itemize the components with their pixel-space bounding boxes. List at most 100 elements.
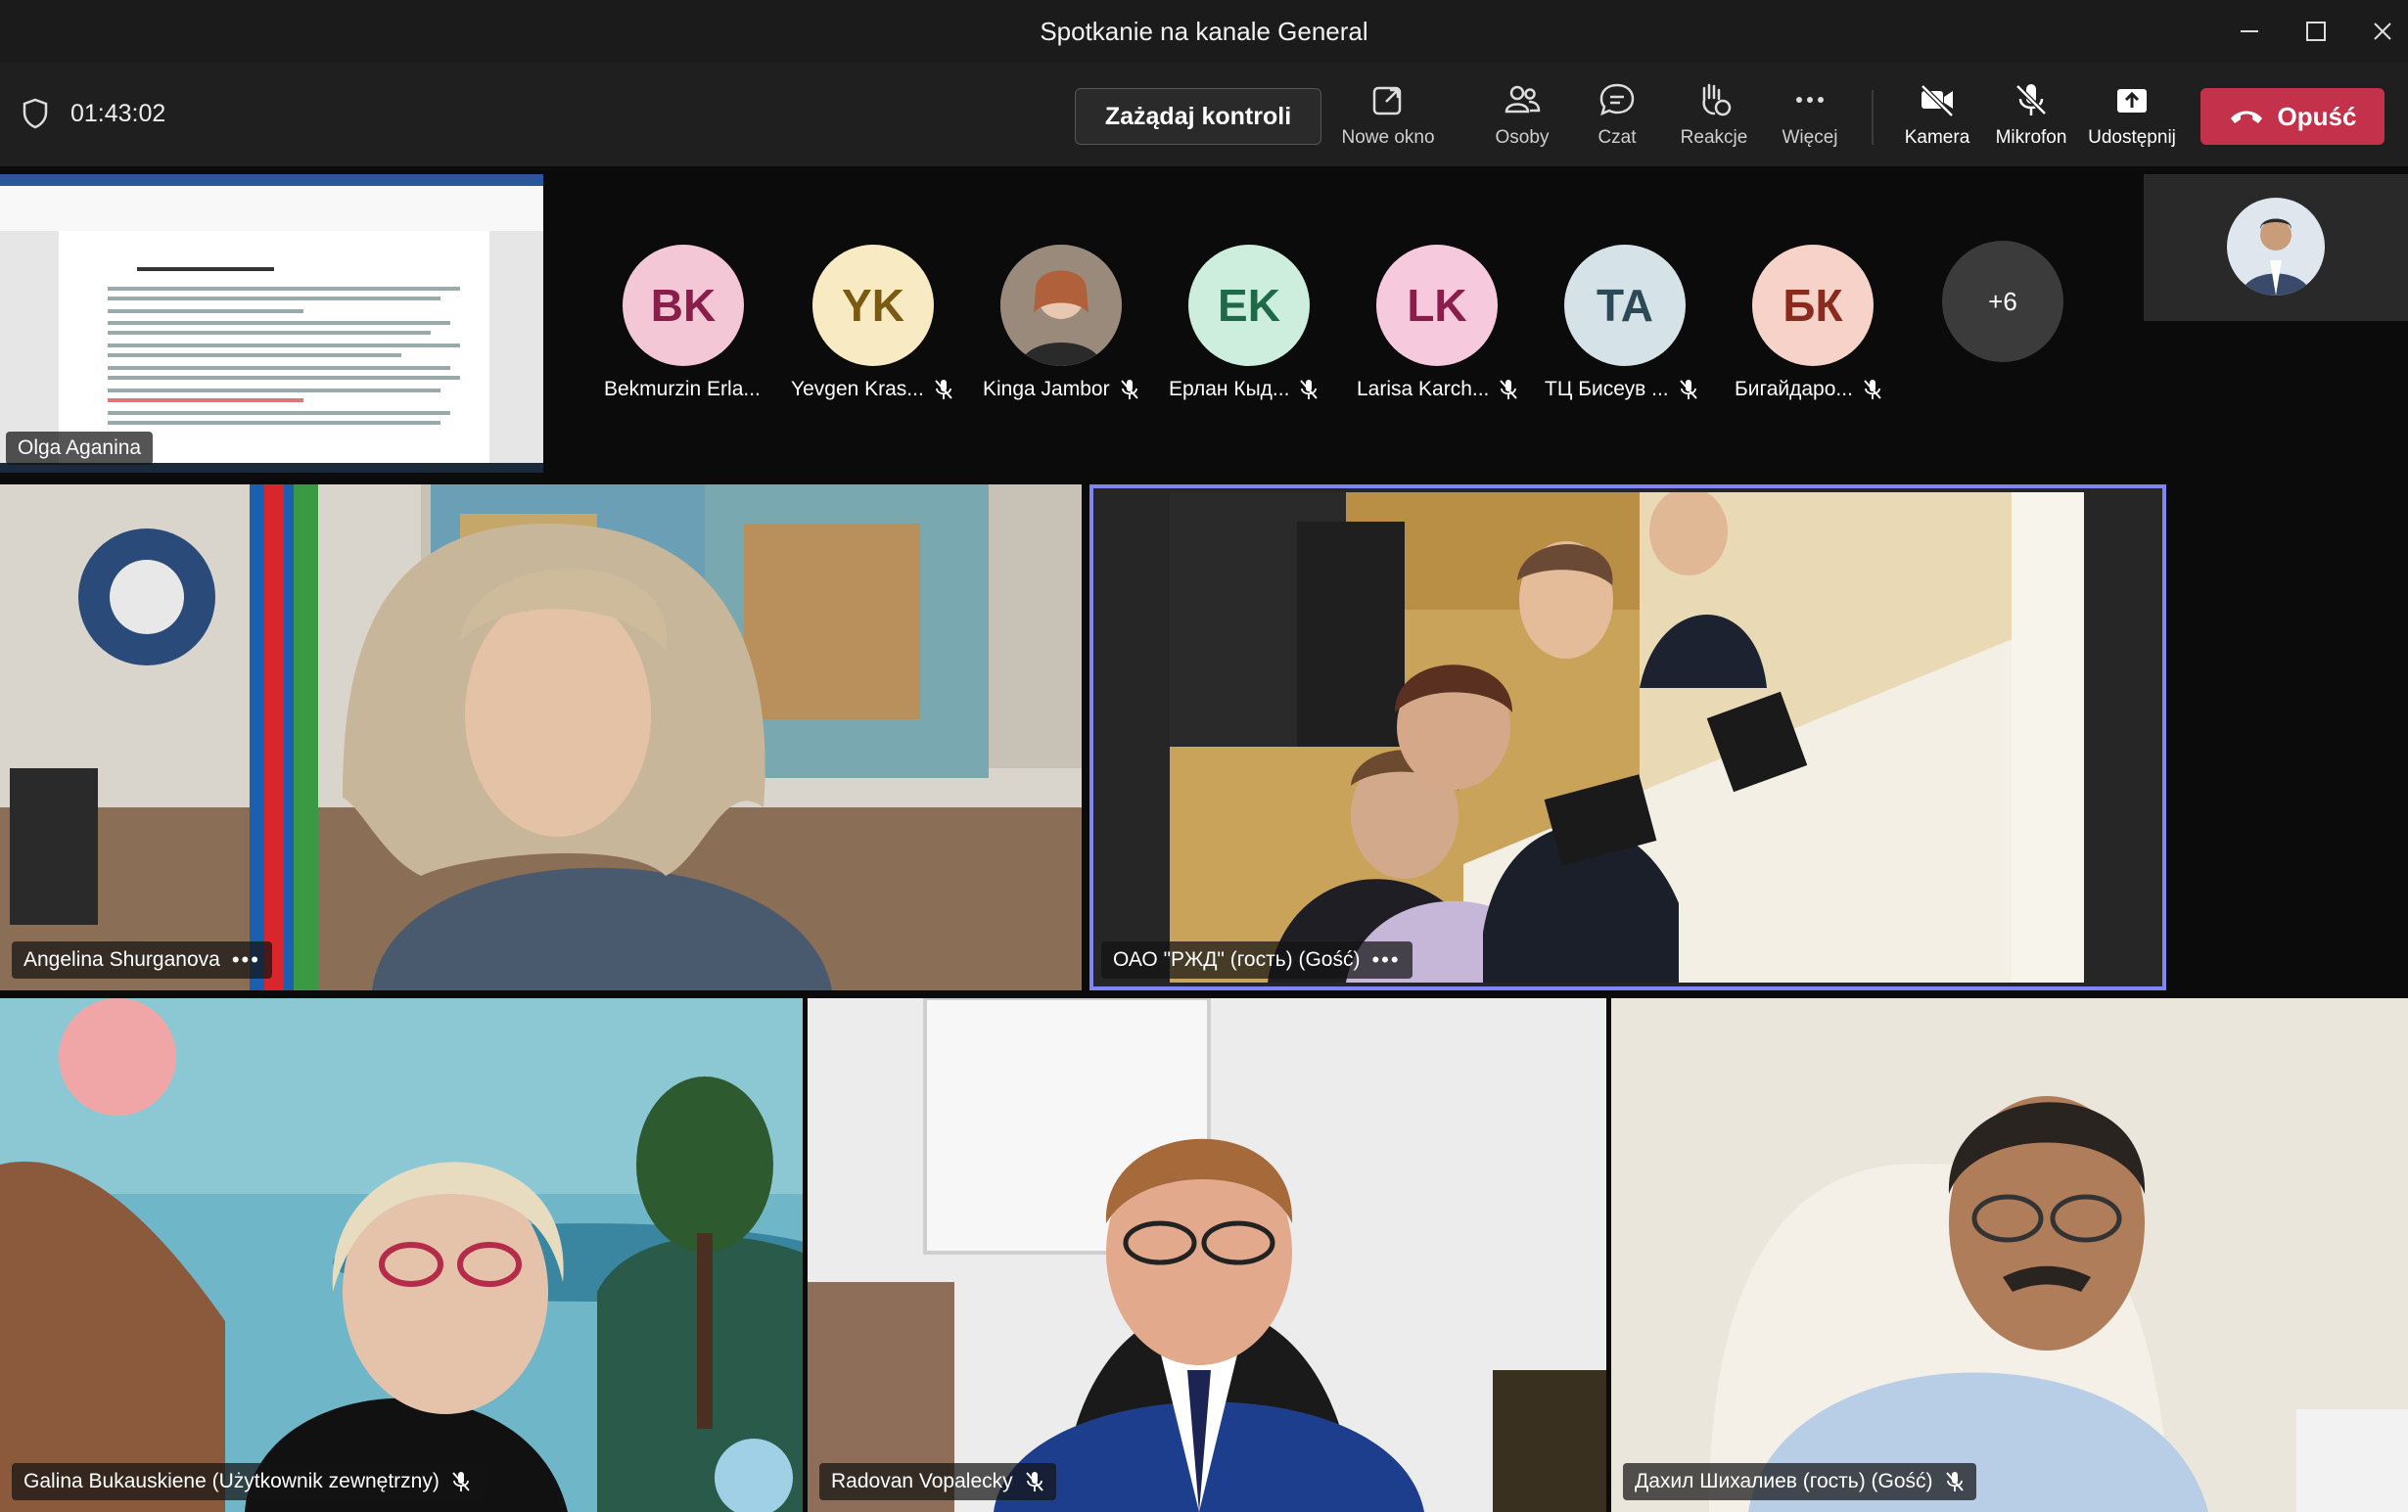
presenter-name-badge: Olga Aganina [6,432,154,465]
profile-photo-icon [1000,245,1122,366]
mic-off-icon [2015,84,2047,115]
attendee-name-lk: Larisa Karch... [1357,378,1518,401]
muted-mic-icon [1300,380,1319,399]
participant-name: Angelina Shurganova [23,948,220,971]
avatar-initials: LK [1407,280,1467,331]
attendee-avatar-ta[interactable]: TA [1564,245,1686,366]
participant-name: Дахил Шихалиев (гость) (Gość) [1635,1470,1933,1492]
window-title: Spotkanie na kanale General [1040,16,1368,46]
new-window-label: Nowe okno [1341,127,1435,148]
video-feed-fantasy-background-icon [0,998,803,1512]
more-attendees-count: +6 [1988,286,2017,316]
leave-button[interactable]: Opuść [2200,88,2385,145]
title-bar: Spotkanie na kanale General [0,0,2408,63]
camera-button[interactable]: Kamera [1893,80,1981,159]
avatar-initials: БК [1783,280,1843,331]
attendee-avatar-bk2[interactable]: БК [1752,245,1874,366]
participant-name-badge: Radovan Vopalecky [819,1463,1056,1500]
attendee-avatar-yk[interactable]: YK [812,245,934,366]
muted-mic-icon [935,380,952,399]
more-attendees-button[interactable]: +6 [1942,241,2063,362]
share-icon [2117,89,2147,113]
video-tile-angelina[interactable]: Angelina Shurganova ••• [0,484,1082,990]
leave-label: Opuść [2277,101,2357,131]
video-feed-office-icon [0,484,1082,990]
chat-label: Czat [1598,127,1637,148]
attendee-name-text: Larisa Karch... [1357,378,1490,400]
reactions-label: Reakcje [1680,127,1748,148]
people-button[interactable]: Osoby [1478,80,1566,159]
attendee-name-bk2: Бигайдаро... [1735,378,1882,401]
muted-mic-icon [1120,380,1138,399]
video-tile-rzd[interactable]: ОАО "РЖД" (гость) (Gość) ••• [1089,484,2166,990]
avatar-initials: YK [842,280,904,331]
video-feed-office-man-2-icon [1611,998,2408,1512]
attendee-avatar-bk[interactable]: BK [623,245,744,366]
popout-icon [1372,86,1402,115]
muted-mic-icon [452,1472,470,1491]
reactions-button[interactable]: Reakcje [1670,80,1758,159]
more-label: Więcej [1782,127,1838,148]
muted-mic-icon [1945,1472,1964,1491]
timer-text: 01:43:02 [70,99,166,127]
participant-name: ОАО "РЖД" (гость) (Gość) [1113,948,1361,971]
maximize-button[interactable] [2281,0,2351,63]
toolbar-divider [1872,90,1874,145]
attendee-name-kj: Kinga Jambor [983,378,1139,401]
microphone-button[interactable]: Mikrofon [1987,80,2075,159]
self-avatar-photo-icon [2227,198,2325,296]
share-label: Udostępnij [2088,127,2176,148]
more-button[interactable]: Więcej [1768,80,1852,159]
request-control-button[interactable]: Zażądaj kontroli [1075,88,1321,145]
chat-button[interactable]: Czat [1578,80,1656,159]
shared-document-preview [0,174,543,473]
minimize-icon [2241,30,2258,32]
hang-up-icon [2230,111,2262,123]
attendee-name-ek: Ерлан Кыд... [1169,378,1319,401]
participant-name-badge: Galina Bukauskiene (Użytkownik zewnętrzn… [12,1463,483,1500]
avatar-initials: BK [650,280,717,331]
avatar-initials: TA [1597,280,1653,331]
participant-name-badge: Angelina Shurganova ••• [12,941,272,979]
meeting-toolbar: 01:43:02 Zażądaj kontroli Nowe okno Osob… [0,63,2408,166]
maximize-icon [2306,22,2326,41]
video-tile-galina[interactable]: Galina Bukauskiene (Użytkownik zewnętrzn… [0,998,803,1512]
close-button[interactable] [2347,0,2408,63]
attendee-name-text: Bekmurzin Erla... [604,378,761,400]
video-tile-dakhil[interactable]: Дахил Шихалиев (гость) (Gość) [1611,998,2408,1512]
attendee-name-text: Kinga Jambor [983,378,1110,400]
muted-mic-icon [1679,380,1697,399]
chat-icon [1599,83,1635,116]
participant-name: Galina Bukauskiene (Użytkownik zewnętrzn… [23,1470,440,1492]
participant-options-button[interactable]: ••• [232,947,260,973]
muted-mic-icon [1025,1472,1043,1491]
attendee-name-bk: Bekmurzin Erla... [604,378,761,401]
self-view-tile[interactable] [2144,174,2408,321]
camera-off-icon [1921,84,1954,117]
video-feed-conference-room-icon [1170,492,2084,983]
attendee-name-text: ТЦ Бисеув ... [1545,378,1669,400]
video-tile-radovan[interactable]: Radovan Vopalecky [808,998,1606,1512]
attendee-name-yk: Yevgen Kras... [791,378,953,401]
close-icon [2374,23,2391,40]
attendee-avatar-lk[interactable]: LK [1376,245,1498,366]
minimize-button[interactable] [2214,0,2285,63]
attendee-name-text: Yevgen Kras... [791,378,924,400]
muted-mic-icon [1864,380,1881,399]
attendee-avatar-ek[interactable]: EK [1188,245,1310,366]
attendee-avatar-photo[interactable] [1000,245,1122,366]
avatar-initials: EK [1218,280,1280,331]
new-window-button[interactable]: Nowe okno [1339,80,1437,159]
people-label: Osoby [1495,127,1550,148]
participant-name-badge: ОАО "РЖД" (гость) (Gość) ••• [1101,941,1412,979]
attendee-name-ta: ТЦ Бисеув ... [1545,378,1698,401]
shared-screen-tile[interactable]: Olga Aganina [0,174,543,473]
meeting-stage: Olga Aganina BK Bekmurzin Erla... YK Yev… [0,166,2408,1512]
shield-icon [23,98,48,129]
muted-mic-icon [1500,380,1518,399]
meeting-timer: 01:43:02 [22,98,165,129]
share-button[interactable]: Udostępnij [2083,80,2181,159]
video-feed-office-man-icon [808,998,1606,1512]
participant-options-button[interactable]: ••• [1371,947,1400,973]
reactions-icon [1702,83,1732,116]
